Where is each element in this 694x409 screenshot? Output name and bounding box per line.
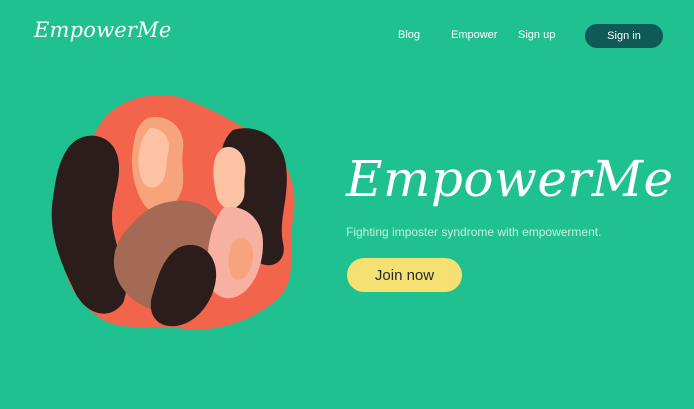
light-face-right: [213, 147, 246, 209]
hero-subtitle: Fighting imposter syndrome with empowerm…: [346, 225, 602, 239]
nav-link-empower[interactable]: Empower: [451, 29, 497, 41]
sign-in-button[interactable]: Sign in: [585, 24, 663, 48]
nav-link-sign-up[interactable]: Sign up: [518, 29, 555, 41]
hero-title: EmpowerMe: [346, 150, 674, 208]
top-nav: Blog Empower Sign up Sign in: [0, 24, 694, 48]
join-now-button[interactable]: Join now: [347, 258, 462, 292]
nav-link-blog[interactable]: Blog: [398, 29, 420, 41]
women-profiles-illustration: [38, 88, 308, 336]
